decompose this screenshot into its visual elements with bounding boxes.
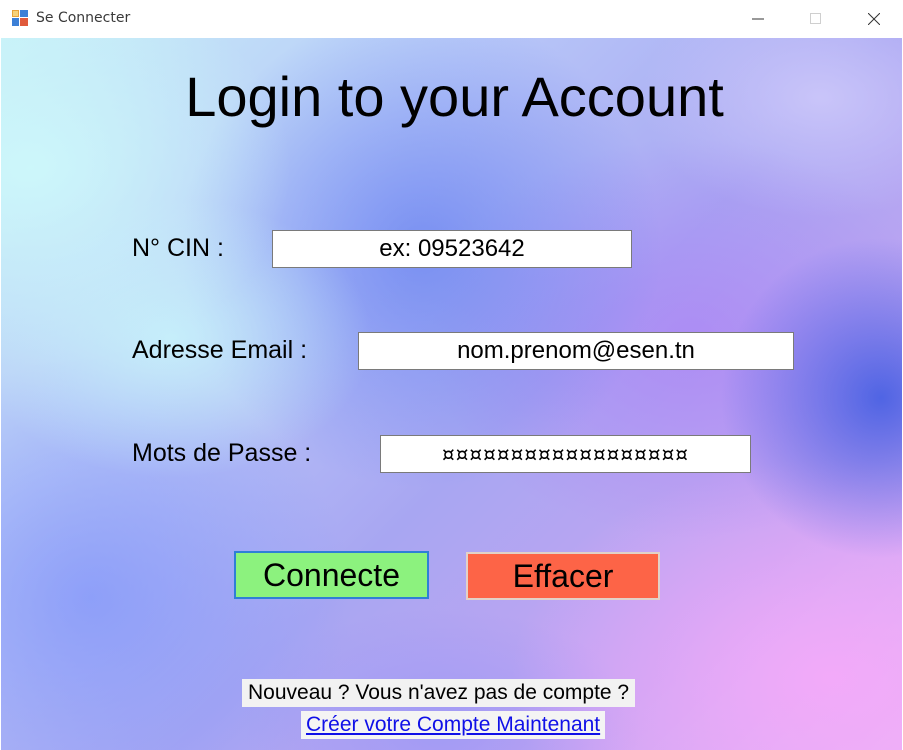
connect-button[interactable]: Connecte <box>234 551 429 599</box>
maximize-button[interactable] <box>793 0 839 38</box>
create-account-link[interactable]: Créer votre Compte Maintenant <box>301 711 606 739</box>
close-button[interactable] <box>851 0 897 38</box>
close-icon <box>868 13 880 25</box>
email-input[interactable] <box>358 332 794 370</box>
title-bar[interactable]: Se Connecter <box>0 0 903 38</box>
window-title: Se Connecter <box>36 10 131 26</box>
cin-input[interactable] <box>272 230 632 268</box>
email-label: Adresse Email : <box>132 336 308 364</box>
form-client-area: Login to your Account N° CIN : Adresse E… <box>1 38 902 750</box>
maximize-icon <box>810 13 821 24</box>
clear-button[interactable]: Effacer <box>466 552 660 600</box>
password-input[interactable] <box>380 435 751 473</box>
winforms-app-icon <box>12 10 28 26</box>
password-label: Mots de Passe : <box>132 439 312 467</box>
page-title-text: Login to your Account <box>185 65 724 128</box>
signup-prompt: Nouveau ? Vous n'avez pas de compte ? <box>242 679 636 707</box>
minimize-icon <box>752 18 764 20</box>
page-title: Login to your Account <box>1 64 902 129</box>
minimize-button[interactable] <box>735 0 781 38</box>
cin-label: N° CIN : <box>132 234 224 262</box>
login-window: Se Connecter Login to your Account N° CI… <box>0 0 903 750</box>
